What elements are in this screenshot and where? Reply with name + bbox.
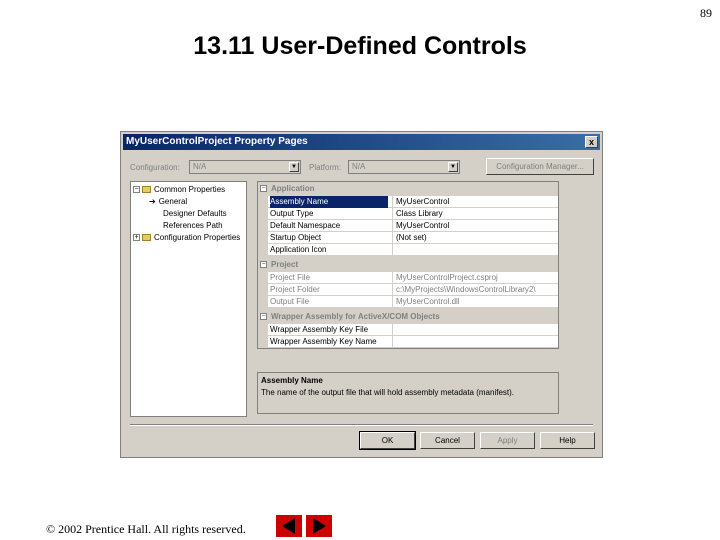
property-value: c:\MyProjects\WindowsControlLibrary2\ <box>392 284 558 295</box>
pointer-icon: ➔ <box>149 197 156 206</box>
property-value[interactable] <box>392 244 558 255</box>
configuration-value: N/A <box>193 162 207 171</box>
property-value[interactable]: Class Library <box>392 208 558 219</box>
tree-item-label: General <box>158 197 188 206</box>
description-panel: Assembly Name The name of the output fil… <box>257 372 559 414</box>
tree-item-configuration-properties[interactable]: + Configuration Properties <box>133 233 240 243</box>
category-application[interactable]: − Application <box>258 183 558 195</box>
property-row-startup-object[interactable]: Startup Object (Not set) <box>268 232 558 244</box>
collapse-icon[interactable]: − <box>260 261 267 269</box>
folder-open-icon <box>142 186 151 194</box>
property-tree: − Common Properties ➔ General Designer Def… <box>130 181 247 417</box>
property-value[interactable] <box>392 324 558 335</box>
previous-slide-button[interactable] <box>276 515 302 537</box>
configuration-select[interactable]: N/A ▼ <box>189 160 301 174</box>
dialog-title-bar[interactable]: MyUserControlProject Property Pages x <box>123 134 600 150</box>
property-name: Output Type <box>270 209 314 218</box>
property-name: Output File <box>270 297 310 306</box>
platform-select[interactable]: N/A ▼ <box>348 160 460 174</box>
category-project[interactable]: − Project <box>258 259 558 271</box>
page-number: 89 <box>700 6 712 20</box>
platform-value: N/A <box>352 162 366 171</box>
property-name: Application Icon <box>270 245 327 254</box>
property-row-wrapper-key-file[interactable]: Wrapper Assembly Key File <box>268 324 558 336</box>
collapse-icon[interactable]: − <box>260 185 267 193</box>
property-row-application-icon[interactable]: Application Icon <box>268 244 558 256</box>
tree-item-label: Configuration Properties <box>154 233 241 242</box>
property-name: Wrapper Assembly Key File <box>270 325 369 334</box>
property-name: Wrapper Assembly Key Name <box>270 337 377 346</box>
copyright-footer: © 2002 Prentice Hall. All rights reserve… <box>46 522 246 536</box>
property-value: MyUserControl.dll <box>392 296 558 307</box>
chevron-down-icon[interactable]: ▼ <box>448 162 458 172</box>
property-value[interactable] <box>392 336 558 347</box>
expand-icon[interactable]: + <box>133 234 140 242</box>
property-value[interactable]: MyUserControl <box>392 196 558 207</box>
apply-button[interactable]: Apply <box>480 432 535 449</box>
property-name: Project Folder <box>270 285 320 294</box>
property-name: Startup Object <box>270 233 322 242</box>
slide-title: 13.11 User-Defined Controls <box>193 32 527 60</box>
help-button[interactable]: Help <box>540 432 595 449</box>
property-row-output-type[interactable]: Output Type Class Library <box>268 208 558 220</box>
property-row-wrapper-key-name[interactable]: Wrapper Assembly Key Name <box>268 336 558 348</box>
property-name: Default Namespace <box>270 221 341 230</box>
category-wrapper-assembly[interactable]: − Wrapper Assembly for ActiveX/COM Object… <box>258 311 558 323</box>
property-grid: − Application Assembly Name MyUserControl… <box>257 181 559 349</box>
chevron-down-icon[interactable]: ▼ <box>289 162 299 172</box>
property-row-output-file[interactable]: Output File MyUserControl.dll <box>268 296 558 308</box>
property-value: MyUserControlProject.csproj <box>392 272 558 283</box>
property-pages-dialog: MyUserControlProject Property Pages x Co… <box>120 131 603 458</box>
platform-label: Platform: <box>309 163 342 172</box>
property-value[interactable]: MyUserControl <box>392 220 558 231</box>
tree-item-general[interactable]: ➔ General <box>149 197 187 207</box>
ok-button[interactable]: OK <box>359 431 416 450</box>
property-row-assembly-name[interactable]: Assembly Name MyUserControl <box>268 196 558 208</box>
folder-icon <box>142 234 151 242</box>
configuration-manager-button[interactable]: Configuration Manager... <box>486 158 594 175</box>
property-row-default-namespace[interactable]: Default Namespace MyUserControl <box>268 220 558 232</box>
cancel-button[interactable]: Cancel <box>420 432 475 449</box>
collapse-icon[interactable]: − <box>133 186 140 194</box>
tree-item-designer-defaults[interactable]: Designer Defaults <box>163 209 227 219</box>
property-row-project-folder[interactable]: Project Folder c:\MyProjects\WindowsCont… <box>268 284 558 296</box>
dialog-title: MyUserControlProject Property Pages <box>126 136 308 147</box>
tree-item-references-path[interactable]: References Path <box>163 221 223 231</box>
category-label: Project <box>271 260 299 269</box>
description-title: Assembly Name <box>261 376 323 385</box>
category-label: Wrapper Assembly for ActiveX/COM Objects <box>271 312 440 321</box>
collapse-icon[interactable]: − <box>260 313 267 321</box>
tree-item-label: Common Properties <box>154 185 226 194</box>
property-row-project-file[interactable]: Project File MyUserControlProject.csproj <box>268 272 558 284</box>
configuration-label: Configuration: <box>130 163 180 172</box>
property-name: Project File <box>270 273 311 282</box>
property-name: Assembly Name <box>270 196 388 208</box>
property-value[interactable]: (Not set) <box>392 232 558 243</box>
category-label: Application <box>271 184 315 193</box>
next-slide-button[interactable] <box>306 515 332 537</box>
divider <box>130 424 593 426</box>
close-button[interactable]: x <box>585 136 598 148</box>
description-text: The name of the output file that will ho… <box>261 388 515 397</box>
tree-item-common-properties[interactable]: − Common Properties <box>133 185 225 195</box>
